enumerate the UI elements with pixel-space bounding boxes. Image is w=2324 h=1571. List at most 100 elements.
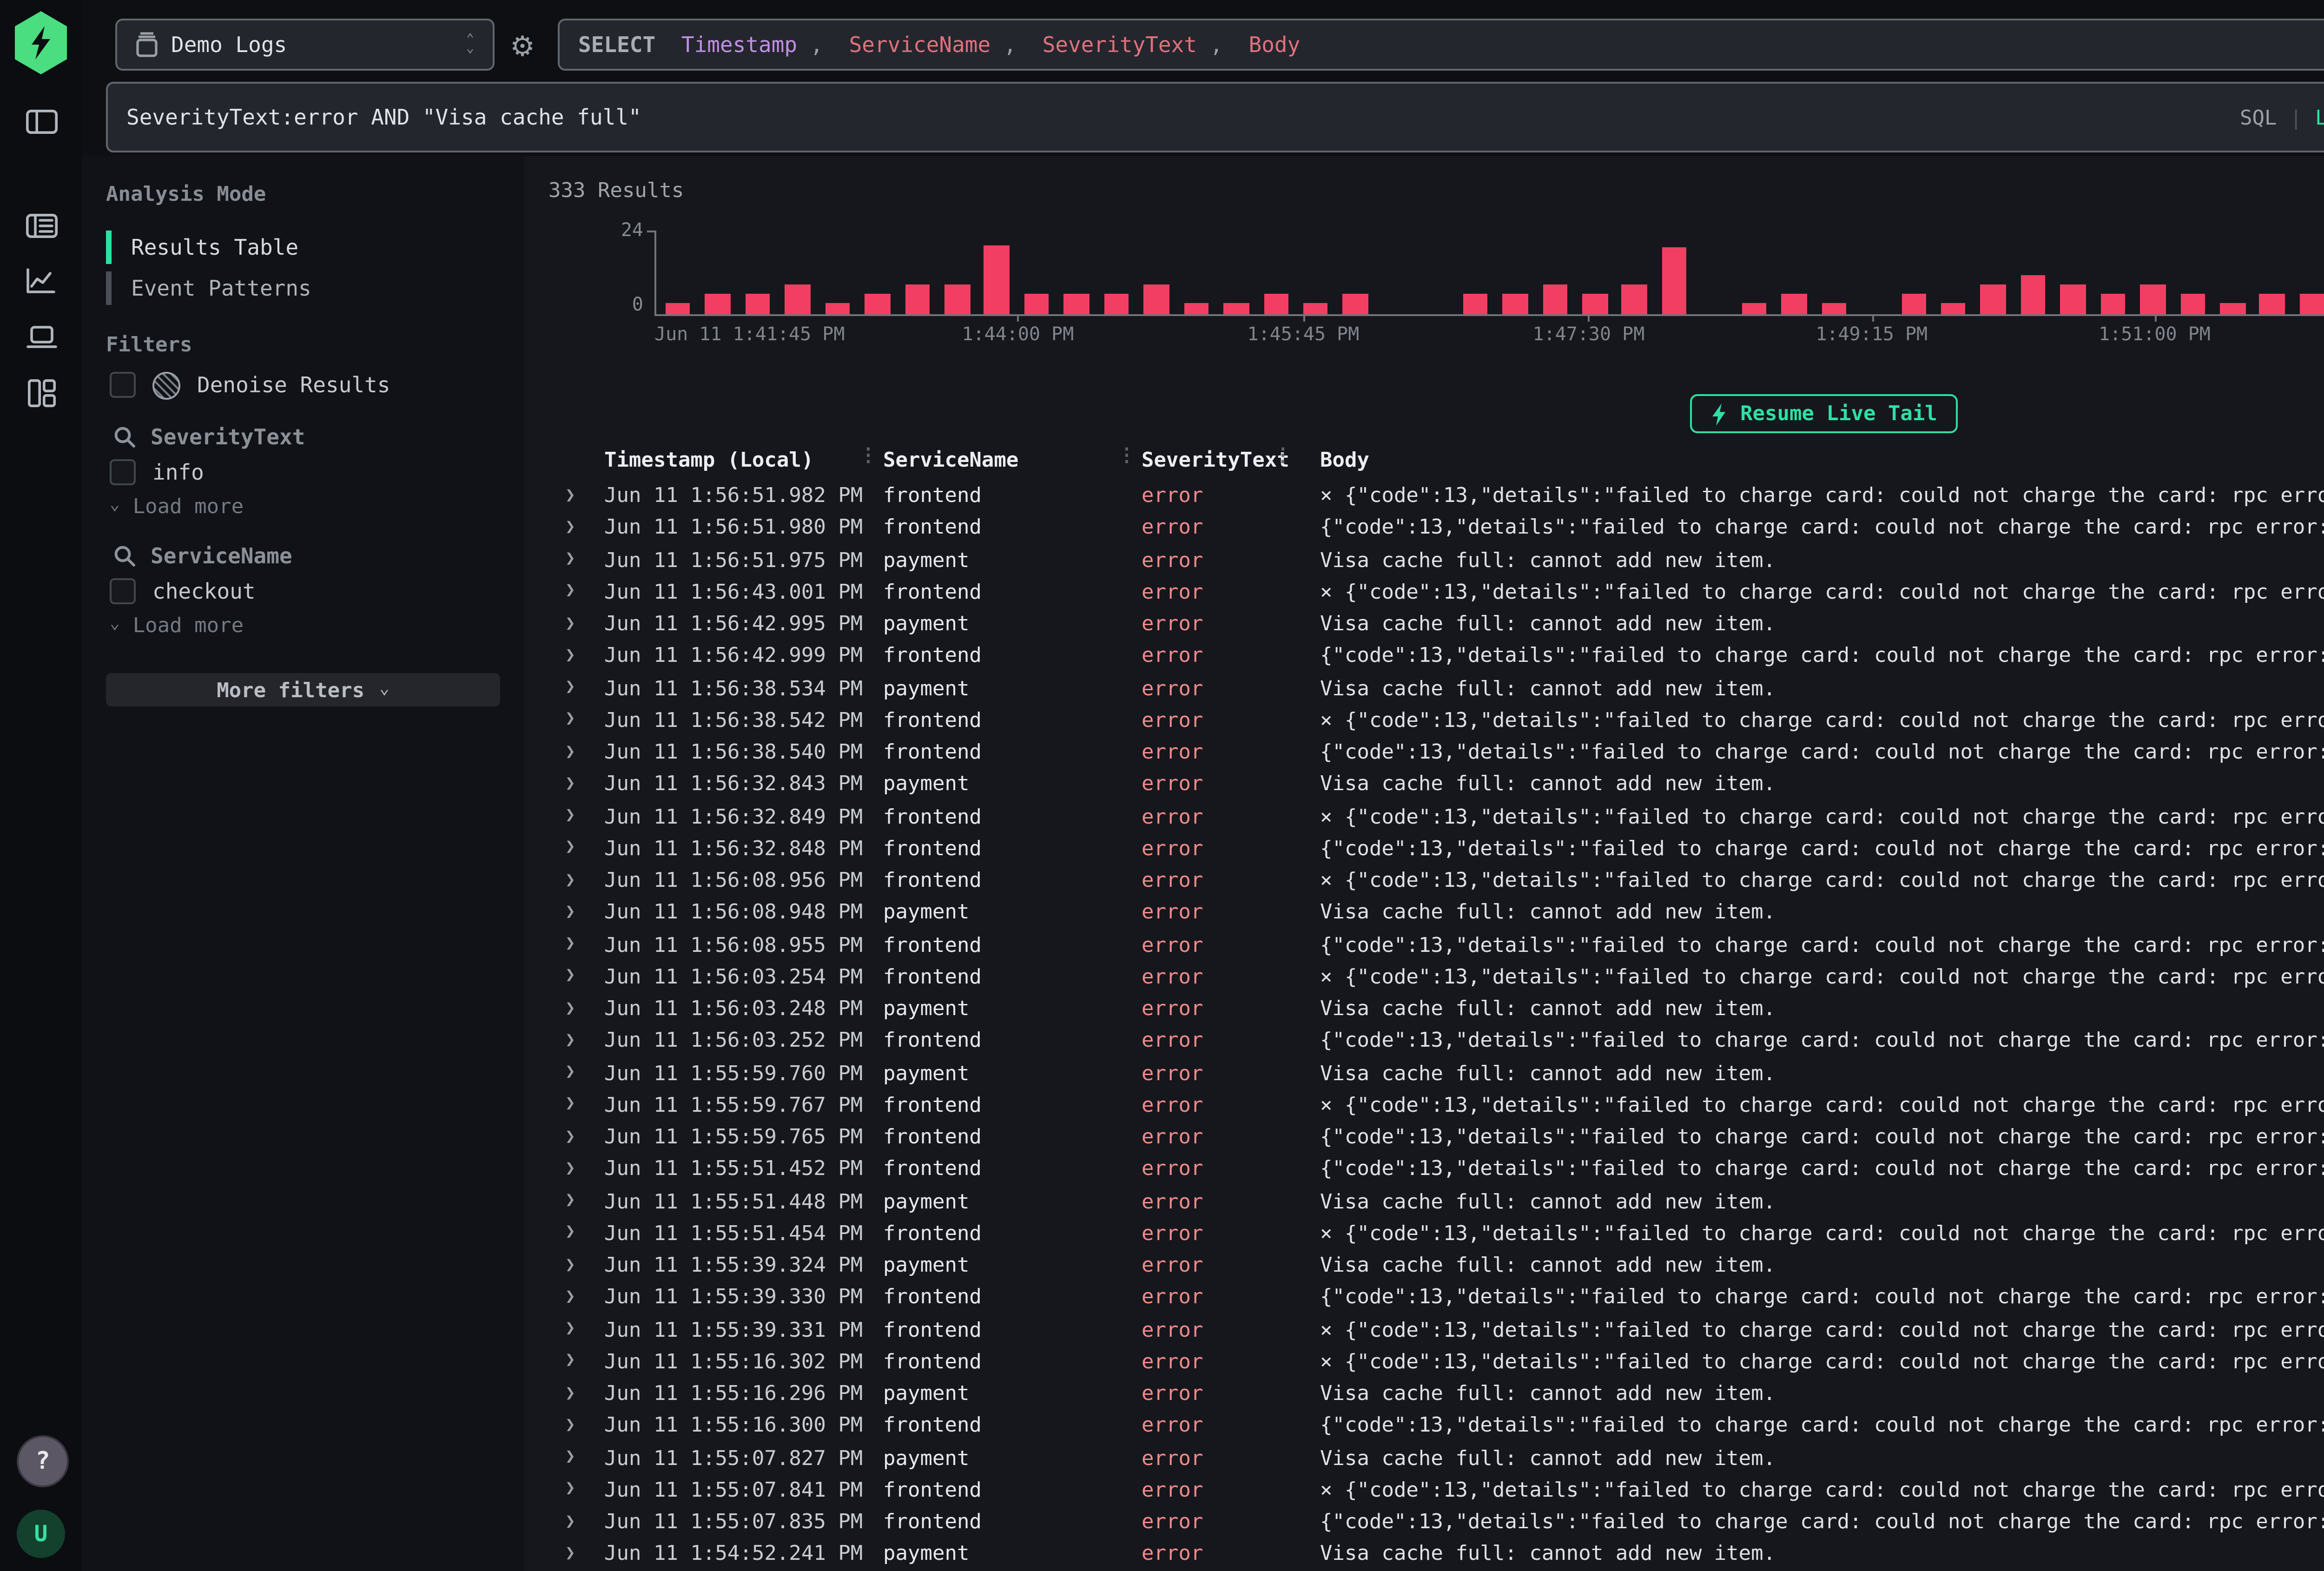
row-expand-icon[interactable]: ❯ <box>552 1000 604 1018</box>
row-expand-icon[interactable]: ❯ <box>552 1256 604 1275</box>
denoise-checkbox[interactable] <box>110 372 136 398</box>
row-expand-icon[interactable]: ❯ <box>552 711 604 730</box>
settings-gear-icon[interactable]: ⚙ <box>502 26 543 67</box>
user-avatar[interactable]: U <box>17 1510 65 1558</box>
row-expand-icon[interactable]: ❯ <box>552 775 604 794</box>
histogram-bar[interactable] <box>1223 302 1248 314</box>
lucene-mode-toggle[interactable]: Lucene <box>2315 105 2324 129</box>
histogram-bar[interactable] <box>905 284 930 314</box>
row-expand-icon[interactable]: ❯ <box>552 487 604 505</box>
log-row[interactable]: ❯Jun 11 1:55:51.454 PMfrontenderror× {"c… <box>524 1217 2324 1249</box>
col-servicename[interactable]: ServiceName <box>883 448 1018 472</box>
sessions-icon[interactable] <box>0 312 82 361</box>
row-expand-icon[interactable]: ❯ <box>552 1288 604 1307</box>
histogram-bar[interactable] <box>785 284 810 314</box>
log-row[interactable]: ❯Jun 11 1:56:42.995 PMpaymenterrorVisa c… <box>524 608 2324 640</box>
row-expand-icon[interactable]: ❯ <box>552 1417 604 1435</box>
histogram-bar[interactable] <box>1901 293 1926 315</box>
histogram-bar[interactable] <box>2140 284 2166 314</box>
log-row[interactable]: ❯Jun 11 1:56:38.540 PMfrontenderror{"cod… <box>524 736 2324 768</box>
log-row[interactable]: ❯Jun 11 1:55:59.767 PMfrontenderror× {"c… <box>524 1089 2324 1121</box>
row-expand-icon[interactable]: ❯ <box>552 968 604 986</box>
load-more-servicename[interactable]: ⌄ Load more <box>110 612 244 638</box>
row-expand-icon[interactable]: ❯ <box>552 1449 604 1467</box>
histogram-bar[interactable] <box>2260 293 2285 315</box>
histogram-bar[interactable] <box>2060 284 2086 314</box>
histogram-bar[interactable] <box>1582 293 1607 315</box>
log-row[interactable]: ❯Jun 11 1:55:51.452 PMfrontenderror{"cod… <box>524 1153 2324 1185</box>
log-row[interactable]: ❯Jun 11 1:55:39.324 PMpaymenterrorVisa c… <box>524 1249 2324 1281</box>
histogram-bar[interactable] <box>1503 293 1528 315</box>
col-body[interactable]: Body <box>1320 448 1369 472</box>
column-resize-handle[interactable]: ⋮ <box>859 446 876 467</box>
collapse-panel-icon[interactable] <box>0 97 82 145</box>
histogram-bar[interactable] <box>2300 293 2324 315</box>
log-row[interactable]: ❯Jun 11 1:56:38.542 PMfrontenderror× {"c… <box>524 704 2324 736</box>
chart-explorer-icon[interactable] <box>0 257 82 305</box>
histogram-bar[interactable] <box>2100 293 2126 315</box>
row-expand-icon[interactable]: ❯ <box>552 1353 604 1371</box>
search-icon[interactable] <box>113 545 136 567</box>
histogram-bar[interactable] <box>2180 293 2205 315</box>
row-expand-icon[interactable]: ❯ <box>552 1320 604 1339</box>
log-row[interactable]: ❯Jun 11 1:56:42.999 PMfrontenderror{"cod… <box>524 640 2324 672</box>
log-row[interactable]: ❯Jun 11 1:56:03.252 PMfrontenderror{"cod… <box>524 1025 2324 1057</box>
log-row[interactable]: ❯Jun 11 1:55:16.302 PMfrontenderror× {"c… <box>524 1346 2324 1378</box>
mode-results-table[interactable]: Results Table <box>106 227 496 268</box>
histogram-bar[interactable] <box>745 293 770 315</box>
help-button[interactable]: ? <box>17 1435 69 1487</box>
column-resize-handle[interactable]: ⋮ <box>1117 446 1134 467</box>
column-resize-handle[interactable]: ⋮ <box>1274 446 1290 467</box>
row-expand-icon[interactable]: ❯ <box>552 871 604 890</box>
histogram-bar[interactable] <box>1144 284 1169 314</box>
histogram-bar[interactable] <box>1981 284 2006 314</box>
resume-live-tail-button[interactable]: Resume Live Tail <box>1690 394 1958 433</box>
log-row[interactable]: ❯Jun 11 1:56:03.248 PMpaymenterrorVisa c… <box>524 993 2324 1025</box>
log-row[interactable]: ❯Jun 11 1:56:32.849 PMfrontenderror× {"c… <box>524 800 2324 832</box>
load-more-severitytext[interactable]: ⌄ Load more <box>110 493 244 519</box>
sql-mode-toggle[interactable]: SQL <box>2240 105 2277 129</box>
log-row[interactable]: ❯Jun 11 1:56:08.956 PMfrontenderror× {"c… <box>524 865 2324 897</box>
histogram-bar[interactable] <box>944 284 970 314</box>
histogram-bar[interactable] <box>1782 293 1807 315</box>
col-severitytext[interactable]: SeverityText <box>1142 448 1289 472</box>
histogram-bar[interactable] <box>1184 302 1209 314</box>
select-clause-input[interactable]: SELECT Timestamp, ServiceName, SeverityT… <box>558 19 2324 71</box>
histogram-bar[interactable] <box>1024 293 1050 315</box>
log-row[interactable]: ❯Jun 11 1:55:07.827 PMpaymenterrorVisa c… <box>524 1442 2324 1474</box>
row-expand-icon[interactable]: ❯ <box>552 519 604 537</box>
col-timestamp[interactable]: Timestamp (Local) <box>604 448 813 472</box>
histogram-bar[interactable] <box>1463 293 1488 315</box>
histogram-bar[interactable] <box>825 302 850 314</box>
histogram-bar[interactable] <box>706 293 731 315</box>
row-expand-icon[interactable]: ❯ <box>552 1385 604 1403</box>
log-row[interactable]: ❯Jun 11 1:56:43.001 PMfrontenderror× {"c… <box>524 576 2324 608</box>
row-expand-icon[interactable]: ❯ <box>552 1192 604 1211</box>
row-expand-icon[interactable]: ❯ <box>552 743 604 762</box>
row-expand-icon[interactable]: ❯ <box>552 551 604 569</box>
row-expand-icon[interactable]: ❯ <box>552 1128 604 1147</box>
row-expand-icon[interactable]: ❯ <box>552 1513 604 1531</box>
log-row[interactable]: ❯Jun 11 1:56:51.982 PMfrontenderror× {"c… <box>524 480 2324 512</box>
log-row[interactable]: ❯Jun 11 1:56:51.980 PMfrontenderror{"cod… <box>524 512 2324 544</box>
app-logo-icon[interactable] <box>15 11 67 74</box>
log-row[interactable]: ❯Jun 11 1:54:52.241 PMpaymenterrorVisa c… <box>524 1538 2324 1570</box>
histogram-bar[interactable] <box>984 245 1010 315</box>
log-row[interactable]: ❯Jun 11 1:55:59.760 PMpaymenterrorVisa c… <box>524 1057 2324 1089</box>
row-expand-icon[interactable]: ❯ <box>552 647 604 666</box>
log-row[interactable]: ❯Jun 11 1:56:32.843 PMpaymenterrorVisa c… <box>524 768 2324 800</box>
info-checkbox[interactable] <box>110 459 136 485</box>
mode-event-patterns[interactable]: Event Patterns <box>106 268 496 309</box>
histogram-bar[interactable] <box>1263 293 1288 315</box>
histogram-bar[interactable] <box>1064 293 1089 315</box>
histogram-bar[interactable] <box>1742 302 1767 314</box>
row-expand-icon[interactable]: ❯ <box>552 615 604 634</box>
histogram-bar[interactable] <box>1343 293 1368 315</box>
histogram-bar[interactable] <box>2020 275 2046 315</box>
row-expand-icon[interactable]: ❯ <box>552 1032 604 1050</box>
log-row[interactable]: ❯Jun 11 1:55:16.300 PMfrontenderror{"cod… <box>524 1410 2324 1442</box>
histogram-bar[interactable] <box>865 293 890 315</box>
row-expand-icon[interactable]: ❯ <box>552 1096 604 1115</box>
histogram-bar[interactable] <box>1822 302 1847 314</box>
more-filters-button[interactable]: More filters ⌄ <box>106 673 500 706</box>
